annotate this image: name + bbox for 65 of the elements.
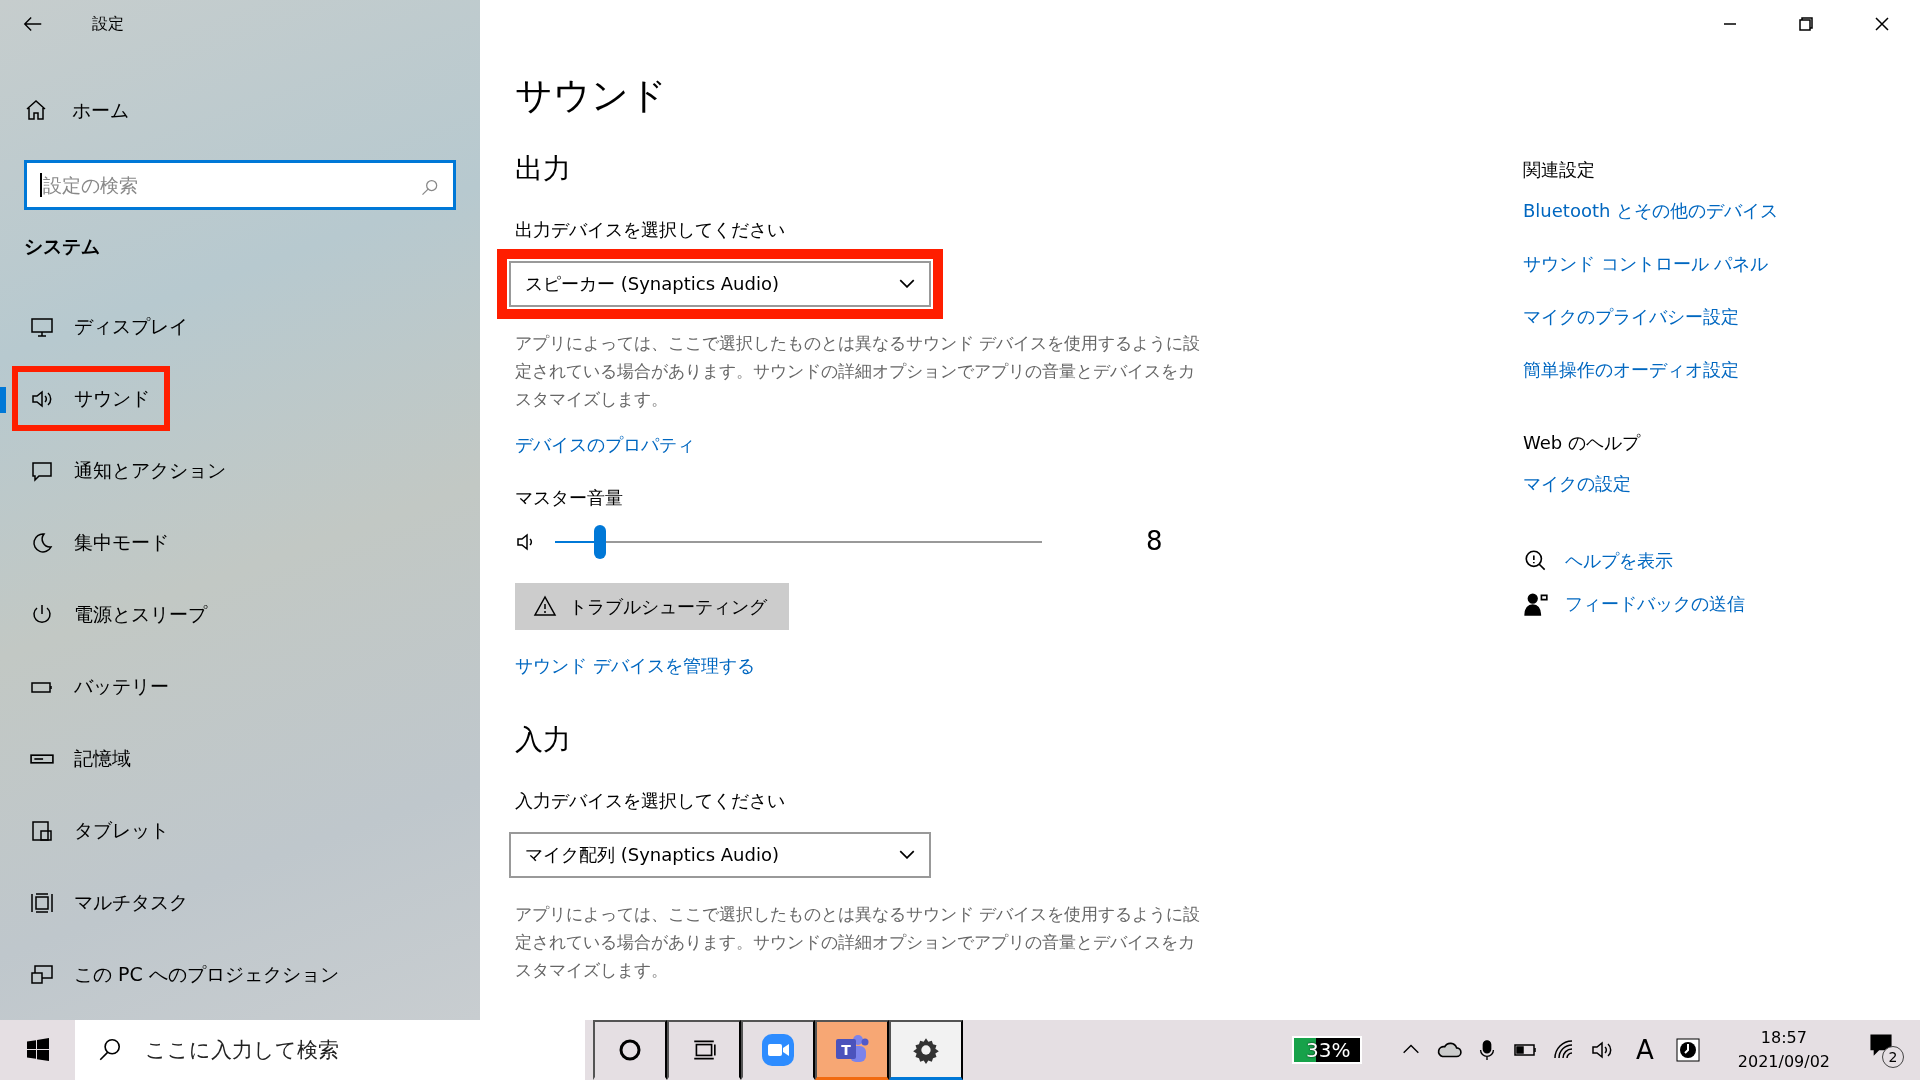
related-link[interactable]: マイクのプライバシー設定 bbox=[1523, 303, 1920, 330]
related-link[interactable]: サウンド コントロール パネル bbox=[1523, 250, 1920, 277]
properties-link[interactable]: デバイスのプロパティ bbox=[515, 433, 695, 455]
circle-icon bbox=[618, 1037, 642, 1062]
help-action-link[interactable]: フィードバックの送信 bbox=[1565, 590, 1745, 617]
sidebar-item[interactable]: サウンド bbox=[12, 366, 170, 431]
web-help-heading: Web のヘルプ bbox=[1523, 431, 1642, 455]
manage-devices-link[interactable]: サウンド デバイスを管理する bbox=[515, 654, 755, 676]
close-icon[interactable] bbox=[1874, 16, 1890, 32]
field-label: 出力デバイスを選択してください bbox=[515, 217, 786, 242]
device-dropdown[interactable]: スピーカー (Synaptics Audio) bbox=[509, 260, 931, 307]
section-heading: 出力 bbox=[515, 150, 572, 187]
help-action-link[interactable]: ヘルプを表示 bbox=[1565, 547, 1673, 574]
multitask-icon bbox=[30, 890, 54, 915]
sidebar-item[interactable]: 電源とスリープ bbox=[12, 582, 227, 647]
taskbar-app-button[interactable] bbox=[741, 1020, 815, 1080]
home-link[interactable]: ホーム bbox=[0, 80, 480, 140]
home-icon bbox=[24, 98, 48, 122]
troubleshoot-button[interactable]: トラブルシューティング bbox=[515, 582, 789, 630]
tablet-icon bbox=[30, 818, 54, 843]
drive-icon bbox=[30, 753, 54, 764]
related-settings-heading: 関連設定 bbox=[1523, 158, 1596, 182]
related-link[interactable]: Bluetooth とその他のデバイス bbox=[1523, 197, 1920, 224]
section-heading: システム bbox=[23, 234, 101, 259]
page-title: サウンド bbox=[515, 73, 668, 119]
description-text: アプリによっては、ここで選択したものとは異なるサウンド デバイスを使用するように設定されている場合があります。サウンドの詳細オプションでアプリの音量とデバイスをカスタマイズします。 bbox=[515, 331, 1202, 411]
sidebar-item[interactable]: 記憶域 bbox=[12, 726, 151, 791]
sidebar-item[interactable]: ディスプレイ bbox=[12, 294, 208, 359]
notification-count: 2 bbox=[1882, 1046, 1904, 1068]
projection-icon bbox=[30, 962, 54, 987]
clock[interactable]: 18:57 2021/09/02 bbox=[1713, 1026, 1854, 1074]
sidebar-item[interactable]: タブレット bbox=[12, 798, 189, 863]
field-label: 入力デバイスを選択してください bbox=[515, 788, 786, 813]
input-mode-indicator[interactable]: A bbox=[1628, 1037, 1662, 1063]
chevron-down-icon bbox=[899, 279, 915, 288]
search-icon bbox=[420, 177, 440, 198]
volume-label: マスター音量 bbox=[515, 485, 624, 510]
volume-value: 8 bbox=[1146, 525, 1163, 558]
slider-thumb[interactable] bbox=[593, 524, 606, 559]
windows-logo-icon[interactable] bbox=[25, 1038, 50, 1062]
sidebar-item[interactable]: この PC へのプロジェクション bbox=[12, 942, 359, 1007]
taskbar-app-button[interactable] bbox=[889, 1020, 963, 1080]
chevron-down-icon bbox=[899, 850, 915, 859]
sidebar-item[interactable]: 集中モード bbox=[12, 510, 189, 575]
window-title: 設定 bbox=[92, 13, 124, 35]
description-text: アプリによっては、ここで選択したものとは異なるサウンド デバイスを使用するように設定されている場合があります。サウンドの詳細オプションでアプリの音量とデバイスをカスタマイズします。 bbox=[515, 902, 1202, 982]
warning-icon bbox=[533, 594, 557, 618]
device-dropdown[interactable]: マイク配列 (Synaptics Audio) bbox=[509, 831, 931, 878]
taskbar-app-button[interactable] bbox=[667, 1020, 741, 1080]
help-link[interactable]: マイクの設定 bbox=[1523, 470, 1920, 497]
section-heading: 入力 bbox=[515, 721, 572, 758]
sidebar-item[interactable]: 通知とアクション bbox=[12, 438, 246, 503]
search-icon bbox=[97, 1037, 123, 1063]
sidebar-item[interactable]: マルチタスク bbox=[12, 870, 208, 935]
taskbar-app-button[interactable] bbox=[593, 1020, 667, 1080]
video-camera-icon bbox=[761, 1032, 795, 1067]
taskbar-search-field[interactable]: ここに入力して検索 bbox=[75, 1020, 585, 1080]
moon-icon bbox=[30, 530, 54, 555]
search-field[interactable]: 設定の検索 bbox=[24, 160, 456, 210]
notification-button[interactable]: 2 bbox=[1868, 1032, 1904, 1068]
restore-icon[interactable] bbox=[1798, 16, 1814, 32]
taskbar-app-button[interactable]: T bbox=[815, 1020, 889, 1080]
sidebar-item[interactable]: バッテリー bbox=[12, 654, 189, 719]
related-link[interactable]: 簡単操作のオーディオ設定 bbox=[1523, 356, 1920, 383]
person-icon bbox=[1523, 590, 1549, 617]
